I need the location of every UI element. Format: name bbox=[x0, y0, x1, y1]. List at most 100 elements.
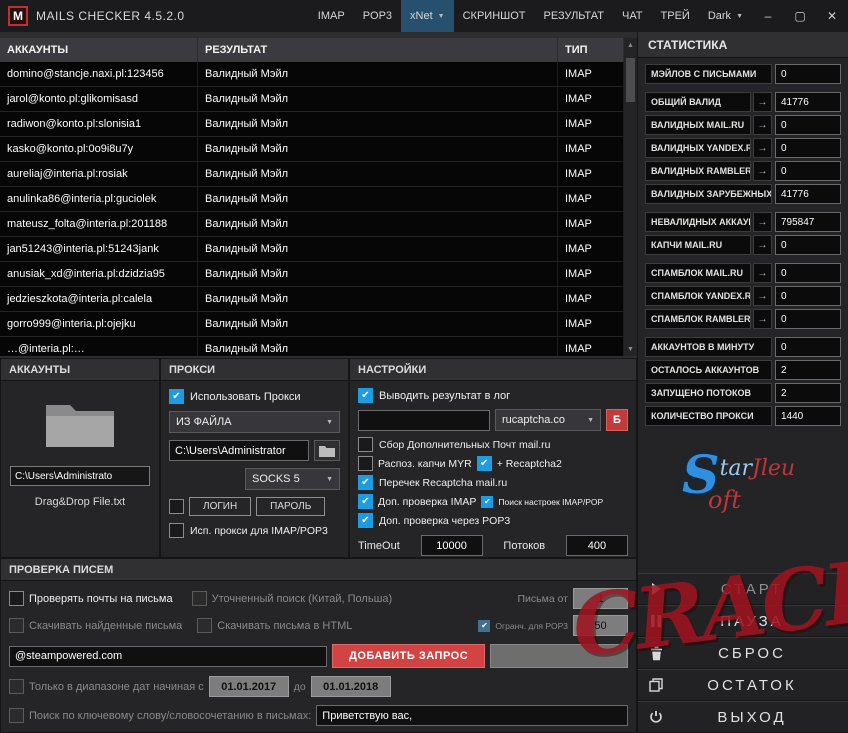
export-icon[interactable]: → bbox=[753, 235, 772, 255]
mail-check-body: Проверять почты на письма Уточненный пои… bbox=[1, 581, 636, 733]
table-cell-result: Валидный Мэйл bbox=[198, 262, 558, 286]
scroll-down-icon[interactable]: ▼ bbox=[624, 342, 637, 356]
export-icon[interactable]: → bbox=[753, 309, 772, 329]
date-range-label: Только в диапазоне дат начиная с bbox=[29, 680, 204, 693]
reset-button[interactable]: СБРОС bbox=[638, 637, 848, 669]
table-row[interactable]: gorro999@interia.pl:ojejku Валидный Мэйл I… bbox=[0, 312, 624, 337]
stat-value: 41776 bbox=[775, 184, 841, 204]
table-row[interactable]: mateusz_folta@interia.pl:201188 Валидный … bbox=[0, 212, 624, 237]
export-icon[interactable]: → bbox=[753, 115, 772, 135]
proxy-source-select[interactable]: ИЗ ФАЙЛА ▼ bbox=[169, 411, 340, 433]
table-row[interactable]: jedzieszkota@interia.pl:calela Валидный М… bbox=[0, 287, 624, 312]
proxy-auth-checkbox[interactable] bbox=[169, 499, 184, 514]
menu-screenshot[interactable]: СКРИНШОТ bbox=[454, 0, 535, 32]
threads-input[interactable] bbox=[565, 535, 628, 556]
menu-theme-label: Dark bbox=[707, 10, 732, 22]
stat-label: МЭЙЛОВ С ПИСЬМАМИ bbox=[645, 64, 772, 84]
pop3-limit-checkbox[interactable] bbox=[478, 619, 491, 632]
table-scrollbar[interactable]: ▲ ▼ bbox=[624, 38, 637, 356]
table-cell-result: Валидный Мэйл bbox=[198, 212, 558, 236]
refined-search-checkbox[interactable] bbox=[191, 591, 207, 606]
recheck-recaptcha-checkbox[interactable] bbox=[358, 475, 373, 490]
download-found-checkbox[interactable] bbox=[9, 618, 24, 633]
proxy-for-imap-checkbox[interactable] bbox=[169, 523, 184, 538]
table-row[interactable]: jan51243@interia.pl:51243jank Валидный Мэ… bbox=[0, 237, 624, 262]
scroll-up-icon[interactable]: ▲ bbox=[624, 38, 637, 52]
exit-button[interactable]: ВЫХОД bbox=[638, 701, 848, 733]
imap-pop-search-checkbox[interactable] bbox=[481, 495, 494, 508]
column-header-result[interactable]: РЕЗУЛЬТАТ bbox=[198, 38, 558, 62]
captcha-service-select[interactable]: rucaptcha.co ▼ bbox=[495, 409, 601, 431]
start-button[interactable]: СТАРТ bbox=[638, 573, 848, 605]
menu-theme-dropdown[interactable]: Dark ▼ bbox=[699, 0, 752, 32]
menu-pop3[interactable]: POP3 bbox=[354, 0, 401, 32]
table-cell-account: jedzieszkota@interia.pl:calela bbox=[0, 287, 198, 311]
table-row[interactable]: kasko@konto.pl:0o9i8u7y Валидный Мэйл IMAP bbox=[0, 137, 624, 162]
export-icon[interactable]: → bbox=[753, 263, 772, 283]
menu-imap[interactable]: IMAP bbox=[309, 0, 354, 32]
browse-folder-icon[interactable] bbox=[314, 440, 340, 461]
folder-icon[interactable] bbox=[43, 395, 117, 456]
table-row[interactable]: aureliaj@interia.pl:rosiak Валидный Мэйл I… bbox=[0, 162, 624, 187]
letters-from-input[interactable] bbox=[573, 588, 628, 609]
keyword-search-checkbox[interactable] bbox=[9, 708, 24, 723]
export-icon[interactable]: → bbox=[753, 161, 772, 181]
export-icon[interactable]: → bbox=[753, 212, 772, 232]
keyword-input[interactable] bbox=[316, 705, 628, 726]
date-to-input[interactable] bbox=[310, 676, 391, 697]
menu-tray[interactable]: ТРЕЙ bbox=[652, 0, 699, 32]
captcha-key-input[interactable] bbox=[358, 409, 490, 431]
accounts-path[interactable]: C:\Users\Administrato bbox=[10, 466, 150, 486]
table-row[interactable]: anulinka86@interia.pl:guciolek Валидный М… bbox=[0, 187, 624, 212]
export-icon[interactable]: → bbox=[753, 138, 772, 158]
minimize-button[interactable]: – bbox=[752, 0, 784, 32]
export-icon[interactable]: → bbox=[753, 92, 772, 112]
add-query-button[interactable]: ДОБАВИТЬ ЗАПРОС bbox=[332, 644, 486, 668]
exit-label: ВЫХОД bbox=[717, 708, 787, 726]
use-proxy-checkbox[interactable] bbox=[169, 389, 184, 404]
download-html-checkbox[interactable] bbox=[197, 618, 213, 633]
balance-button[interactable]: Б bbox=[606, 409, 628, 431]
table-row[interactable]: jarol@konto.pl:glikomisasd Валидный Мэйл I… bbox=[0, 87, 624, 112]
pause-button[interactable]: ПАУЗА bbox=[638, 605, 848, 637]
password-button[interactable]: ПАРОЛЬ bbox=[256, 497, 326, 516]
scrollbar-thumb[interactable] bbox=[626, 58, 635, 102]
date-from-input[interactable] bbox=[208, 676, 289, 697]
menu-chat[interactable]: ЧАТ bbox=[613, 0, 652, 32]
statistics-panel: СТАТИСТИКА МЭЙЛОВ С ПИСЬМАМИ 0 ОБЩИЙ ВАЛИД… bbox=[637, 32, 848, 733]
logo-part3: oft bbox=[708, 486, 741, 514]
titlebar: M MAILS CHECKER 4.5.2.0 IMAP POP3 xNet ▼… bbox=[0, 0, 848, 32]
pop3-limit-input[interactable] bbox=[573, 615, 628, 636]
stat-value: 2 bbox=[775, 383, 841, 403]
stat-value: 41776 bbox=[775, 92, 841, 112]
menu-result[interactable]: РЕЗУЛЬТАТ bbox=[535, 0, 613, 32]
table-row[interactable]: domino@stancje.naxi.pl:123456 Валидный Мэ… bbox=[0, 62, 624, 87]
column-header-accounts[interactable]: АККАУНТЫ bbox=[0, 38, 198, 62]
recaptcha2-checkbox[interactable] bbox=[476, 456, 492, 471]
table-cell-result: Валидный Мэйл bbox=[198, 312, 558, 336]
table-row[interactable]: …@interia.pl:… Валидный Мэйл IMAP bbox=[0, 337, 624, 356]
collect-extra-checkbox[interactable] bbox=[358, 437, 373, 452]
menu-xnet-dropdown[interactable]: xNet ▼ bbox=[401, 0, 454, 32]
extra-pop3-checkbox[interactable] bbox=[358, 513, 373, 528]
close-button[interactable]: ✕ bbox=[816, 0, 848, 32]
proxy-protocol-select[interactable]: SOCKS 5 ▼ bbox=[245, 468, 340, 490]
proxy-path-input[interactable] bbox=[169, 440, 309, 461]
column-header-type[interactable]: ТИП bbox=[558, 38, 624, 62]
remainder-button[interactable]: ОСТАТОК bbox=[638, 669, 848, 701]
check-mail-checkbox[interactable] bbox=[9, 591, 24, 606]
maximize-button[interactable]: ▢ bbox=[784, 0, 816, 32]
table-row[interactable]: anusiak_xd@interia.pl:dzidzia95 Валидный … bbox=[0, 262, 624, 287]
recognize-captcha-checkbox[interactable] bbox=[358, 456, 373, 471]
log-result-checkbox[interactable] bbox=[358, 388, 373, 403]
stat-row: ОБЩИЙ ВАЛИД → 41776 bbox=[645, 92, 841, 112]
stat-label: КАПЧИ MAIL.RU bbox=[645, 235, 751, 255]
table-cell-result: Валидный Мэйл bbox=[198, 287, 558, 311]
date-range-checkbox[interactable] bbox=[9, 679, 24, 694]
login-button[interactable]: ЛОГИН bbox=[189, 497, 252, 516]
export-icon[interactable]: → bbox=[753, 286, 772, 306]
table-row[interactable]: radiwon@konto.pl:slonisia1 Валидный Мэйл I… bbox=[0, 112, 624, 137]
extra-imap-checkbox[interactable] bbox=[358, 494, 373, 509]
timeout-input[interactable] bbox=[420, 535, 483, 556]
query-input[interactable] bbox=[9, 645, 327, 667]
